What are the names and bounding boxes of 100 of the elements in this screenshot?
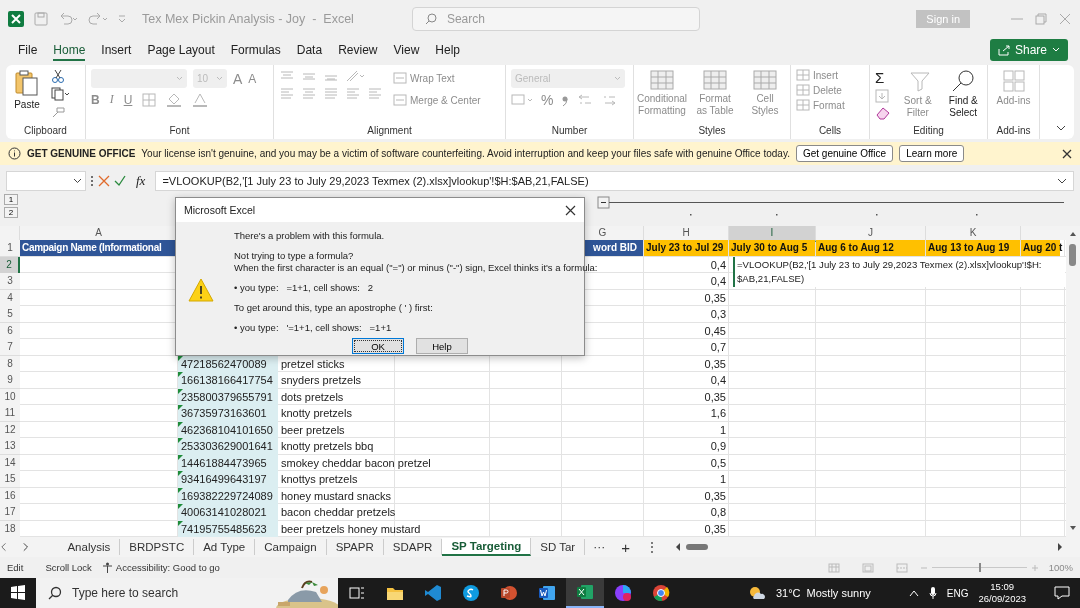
close-icon[interactable] [565, 204, 576, 216]
row-header[interactable]: 17 [0, 504, 20, 521]
sheet-tab[interactable]: Ad Type [194, 539, 256, 555]
eraser-icon[interactable] [875, 106, 891, 120]
page-layout-icon[interactable] [861, 562, 874, 573]
next-sheet-icon[interactable] [21, 542, 30, 552]
menu-tab[interactable]: Insert [93, 39, 140, 61]
microphone-icon[interactable] [928, 586, 937, 600]
fill-down-icon[interactable] [875, 89, 891, 103]
colorful-app-icon[interactable] [614, 584, 632, 602]
insert-function-button[interactable]: fx [130, 173, 152, 189]
page-break-icon[interactable] [895, 562, 908, 573]
row-header[interactable]: 15 [0, 471, 20, 488]
notification-icon[interactable] [1054, 586, 1070, 600]
font-color-icon[interactable] [192, 92, 209, 107]
percent-button[interactable]: % [541, 92, 554, 108]
chevron-up-icon[interactable] [908, 589, 919, 597]
taskbar-search-field[interactable]: Type here to search [36, 578, 338, 608]
normal-view-icon[interactable] [827, 562, 840, 573]
formula-field[interactable]: =VLOOKUP(B2,'[1 July 23 to July 29,2023 Texmex (2).xlsx]vlookup'!$H:$AB,21,FALSE) [155, 171, 1074, 191]
restore-icon[interactable] [1034, 11, 1048, 26]
undo-icon[interactable] [58, 11, 78, 26]
more-sheets-button[interactable]: ··· [585, 540, 614, 554]
presentation-app-icon[interactable] [500, 584, 518, 602]
increase-decimal-icon[interactable] [601, 93, 618, 107]
save-icon[interactable] [34, 11, 48, 26]
autosum-button[interactable]: Σ [875, 69, 891, 86]
outline-level-button[interactable]: 1 [4, 194, 18, 205]
menu-tab[interactable]: Formulas [222, 39, 289, 61]
menu-tab[interactable]: Home [45, 39, 94, 61]
currency-icon[interactable] [511, 93, 533, 107]
menu-tab[interactable]: Review [330, 39, 386, 61]
accessibility-status[interactable]: Accessibility: Good to go [115, 562, 220, 573]
sheet-tab[interactable]: SP Targeting [442, 538, 532, 556]
get-genuine-button[interactable]: Get genuine Office [795, 145, 894, 162]
sheet-menu-button[interactable]: ⋮ [638, 540, 666, 554]
sheet-tab[interactable]: SPAPR [326, 539, 384, 555]
align-icon[interactable] [301, 87, 317, 99]
task-view-icon[interactable] [348, 584, 366, 602]
indent-icon[interactable] [345, 87, 361, 99]
fill-color-icon[interactable] [166, 92, 183, 107]
expand-icon[interactable] [1057, 178, 1067, 184]
menu-tab[interactable]: File [10, 39, 46, 61]
clock-date[interactable]: 26/09/2023 [978, 593, 1026, 605]
decrease-decimal-icon[interactable] [577, 93, 594, 107]
windows-icon[interactable] [10, 585, 26, 601]
decrease-font-button[interactable]: A [248, 71, 257, 86]
share-button[interactable]: Share [989, 39, 1068, 61]
align-icon[interactable] [323, 87, 339, 99]
add-sheet-button[interactable]: + [613, 538, 638, 556]
enter-icon[interactable] [114, 175, 126, 187]
customize-icon[interactable] [118, 13, 126, 24]
previous-sheet-icon[interactable] [0, 542, 8, 552]
clock-time[interactable]: 15:09 [990, 581, 1015, 593]
document-app-icon[interactable] [538, 584, 556, 602]
collapse-ribbon-icon[interactable] [1056, 125, 1066, 131]
spreadsheet-app-icon[interactable] [576, 583, 594, 601]
horizontal-scrollbar[interactable] [674, 542, 1064, 552]
row-header[interactable]: 13 [0, 438, 20, 455]
underline-button[interactable]: U [123, 92, 133, 107]
format-painter-icon[interactable] [51, 105, 65, 119]
cancel-icon[interactable] [98, 175, 110, 187]
outline-level-button[interactable]: 2 [4, 207, 18, 218]
redo-icon[interactable] [88, 11, 108, 26]
sheet-tab[interactable]: SD Tar [531, 539, 586, 555]
row-header[interactable]: 3 [0, 273, 20, 290]
borders-icon[interactable] [142, 92, 157, 107]
menu-tab[interactable]: Page Layout [139, 39, 223, 61]
zoom-in-icon[interactable] [1030, 563, 1039, 572]
sheet-tab[interactable]: BRDPSTC [120, 539, 195, 555]
orientation-icon[interactable] [345, 69, 365, 83]
menu-tab[interactable]: Help [427, 39, 468, 61]
help-button[interactable]: Help [416, 338, 468, 354]
weather-text[interactable]: 31°C Mostly sunny [775, 587, 871, 599]
paste-button[interactable]: Paste [11, 69, 43, 111]
align-icon[interactable] [301, 70, 317, 82]
sheet-tab[interactable]: Analysis [58, 539, 121, 555]
language-indicator[interactable]: ENG [946, 587, 969, 599]
copy-icon[interactable] [51, 87, 69, 101]
row-header[interactable]: 5 [0, 306, 20, 323]
name-box[interactable] [6, 171, 86, 191]
menu-tab[interactable]: Data [288, 39, 331, 61]
zoom-slider[interactable] [931, 562, 1027, 573]
learn-more-button[interactable]: Learn more [899, 145, 965, 162]
row-header[interactable]: 7 [0, 339, 20, 356]
close-icon[interactable] [1062, 148, 1072, 159]
align-icon[interactable] [279, 70, 295, 82]
code-editor-icon[interactable] [424, 584, 442, 602]
find-select-button[interactable]: Find & Select [944, 69, 982, 118]
chat-app-icon[interactable] [462, 584, 480, 602]
row-header[interactable]: 9 [0, 372, 20, 389]
cut-icon[interactable] [51, 69, 65, 83]
browser-icon[interactable] [652, 584, 670, 602]
sheet-tab[interactable]: Campaign [255, 539, 327, 555]
row-header[interactable]: 1 [0, 240, 20, 257]
menu-tab[interactable]: View [385, 39, 428, 61]
zoom-thumb[interactable] [979, 562, 982, 572]
align-icon[interactable] [279, 87, 295, 99]
cell-editor[interactable]: =VLOOKUP(B2,'[1 July 23 to July 29,2023 Texmex (2).xlsx]vlookup'!$H: $AB,21,FALSE) [733, 256, 1065, 287]
row-header[interactable]: 11 [0, 405, 20, 422]
